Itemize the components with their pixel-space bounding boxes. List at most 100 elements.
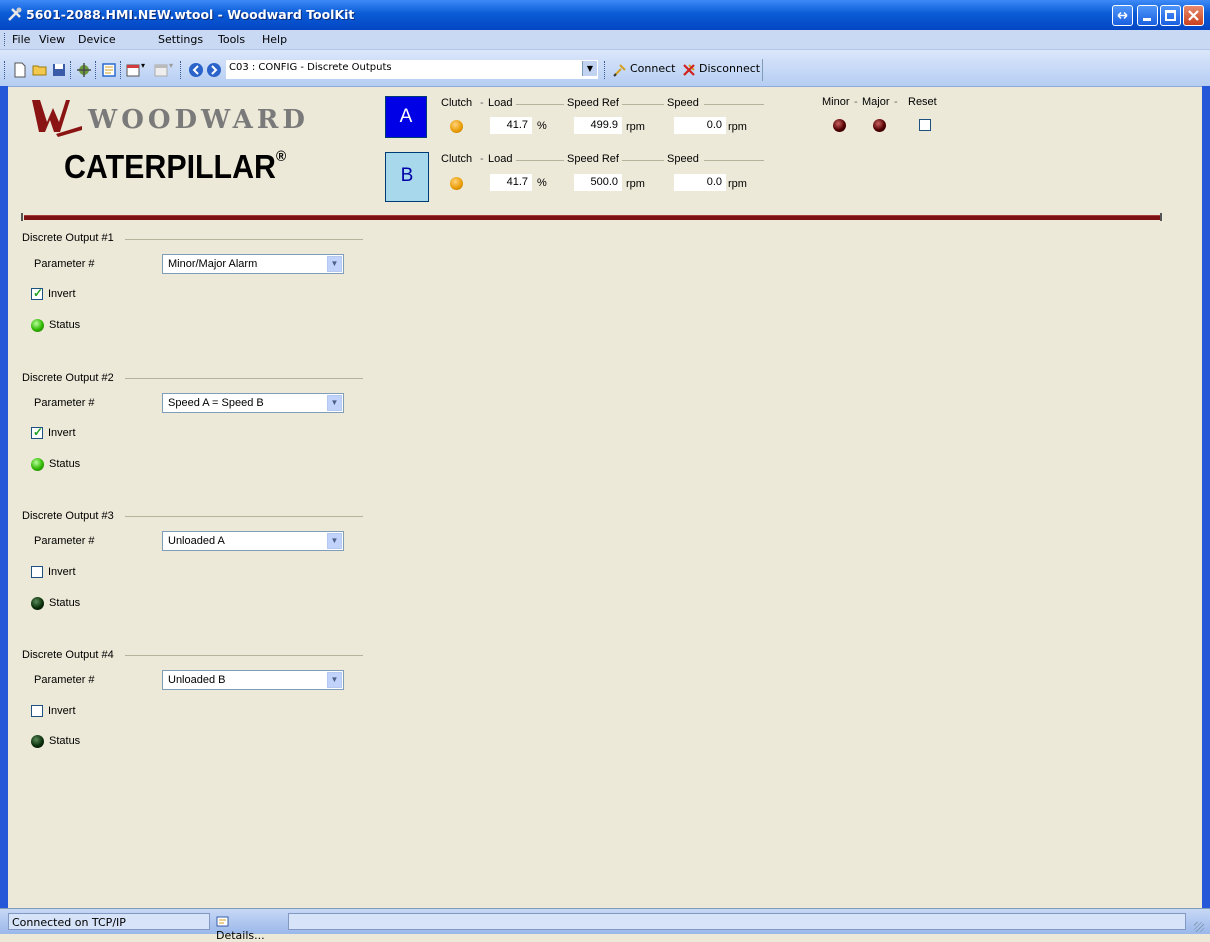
status-3-indicator bbox=[31, 597, 44, 610]
title-bar: 5601-2088.HMI.NEW.wtool - Woodward ToolK… bbox=[0, 0, 1210, 30]
minimize-button[interactable] bbox=[1137, 5, 1158, 26]
menu-settings[interactable]: Settings bbox=[158, 33, 203, 46]
header-rule bbox=[704, 160, 764, 161]
clutch-a-label: Clutch bbox=[441, 97, 473, 109]
details-button[interactable]: Details... bbox=[212, 913, 286, 942]
unit-b-button[interactable]: B bbox=[385, 152, 429, 202]
woodward-logo: WOODWARD bbox=[30, 96, 305, 141]
header-rule bbox=[516, 160, 564, 161]
menu-device[interactable]: Device bbox=[78, 33, 116, 46]
invert-4-checkbox[interactable] bbox=[31, 705, 43, 717]
disconnect-button[interactable]: Disconnect bbox=[699, 62, 760, 75]
invert-3-label: Invert bbox=[48, 566, 76, 578]
status-4-label: Status bbox=[49, 735, 81, 747]
separator-bar-cap bbox=[21, 213, 23, 221]
minimize-icon bbox=[1143, 18, 1151, 21]
menu-help[interactable]: Help bbox=[262, 33, 287, 46]
toolbar-separator bbox=[180, 61, 182, 79]
window-frame-left bbox=[0, 86, 8, 908]
parameter-1-select[interactable]: Minor/Major Alarm ▼ bbox=[162, 254, 344, 274]
invert-3-checkbox[interactable] bbox=[31, 566, 43, 578]
speed-ref-a-label: Speed Ref bbox=[567, 97, 619, 109]
separator-dash: - bbox=[894, 96, 898, 108]
status-message-panel bbox=[288, 913, 1186, 930]
close-button[interactable] bbox=[1183, 5, 1204, 26]
parameter-3-select[interactable]: Unloaded A ▼ bbox=[162, 531, 344, 551]
header-rule bbox=[622, 104, 664, 105]
clutch-a-indicator bbox=[450, 120, 463, 133]
invert-1-label: Invert bbox=[48, 288, 76, 300]
parameter-4-label: Parameter # bbox=[34, 674, 95, 686]
connect-button[interactable]: Connect bbox=[630, 62, 675, 75]
maximize-button[interactable] bbox=[1160, 5, 1181, 26]
load-a-value: 41.7 bbox=[490, 117, 532, 134]
details-icon bbox=[216, 916, 229, 927]
restore-icon[interactable] bbox=[1112, 5, 1133, 26]
status-1-indicator bbox=[31, 319, 44, 332]
separator-bar bbox=[24, 215, 1160, 220]
parameter-4-value: Unloaded B bbox=[168, 674, 226, 686]
parameter-2-value: Speed A = Speed B bbox=[168, 397, 264, 409]
toolbar-separator bbox=[604, 61, 606, 79]
woodward-wordmark: WOODWARD bbox=[88, 105, 309, 135]
load-b-label: Load bbox=[488, 153, 513, 165]
close-icon bbox=[1188, 10, 1199, 21]
reset-checkbox[interactable] bbox=[919, 119, 931, 131]
menu-file[interactable]: File bbox=[12, 33, 30, 46]
chevron-down-icon: ▾ bbox=[169, 61, 174, 70]
woodward-mark-icon bbox=[32, 100, 82, 137]
status-bar: Connected on TCP/IP Details... bbox=[0, 908, 1210, 942]
speed-ref-a-value: 499.9 bbox=[574, 117, 622, 134]
header-rule bbox=[704, 104, 764, 105]
save-icon[interactable] bbox=[51, 62, 67, 78]
chevron-down-icon[interactable]: ▼ bbox=[327, 395, 342, 411]
chevron-down-icon[interactable]: ▼ bbox=[327, 533, 342, 549]
unit-a-button[interactable]: A bbox=[385, 96, 427, 138]
settings-wizard-icon[interactable] bbox=[76, 62, 92, 78]
separator-dash: - bbox=[480, 153, 484, 165]
invert-4-label: Invert bbox=[48, 705, 76, 717]
load-b-value: 41.7 bbox=[490, 174, 532, 191]
toolkit-app-icon bbox=[8, 7, 22, 21]
parameter-4-select[interactable]: Unloaded B ▼ bbox=[162, 670, 344, 690]
load-b-unit: % bbox=[537, 177, 547, 189]
caterpillar-wordmark: CATERPILLAR bbox=[64, 148, 276, 185]
menu-grip bbox=[4, 33, 7, 46]
discrete-output-1-title: Discrete Output #1 bbox=[22, 232, 114, 244]
registered-mark: ® bbox=[275, 148, 287, 165]
screen-selector[interactable]: C03 : CONFIG - Discrete Outputs ▼ bbox=[226, 60, 598, 79]
chevron-down-icon[interactable]: ▼ bbox=[582, 61, 597, 76]
status-2-indicator bbox=[31, 458, 44, 471]
new-file-icon[interactable] bbox=[12, 62, 28, 78]
chevron-down-icon[interactable]: ▾ bbox=[141, 61, 145, 70]
invert-1-checkbox[interactable] bbox=[31, 286, 43, 300]
menu-tools[interactable]: Tools bbox=[218, 33, 245, 46]
status-4-indicator bbox=[31, 735, 44, 748]
major-alarm-label: Major bbox=[862, 96, 890, 108]
parameter-3-label: Parameter # bbox=[34, 535, 95, 547]
invert-2-checkbox[interactable] bbox=[31, 425, 43, 439]
speed-ref-a-unit: rpm bbox=[626, 121, 645, 133]
open-folder-icon[interactable] bbox=[32, 62, 48, 78]
separator-dash: - bbox=[854, 96, 858, 108]
properties-icon[interactable] bbox=[101, 62, 117, 78]
parameter-1-value: Minor/Major Alarm bbox=[168, 258, 258, 270]
calendar-icon[interactable] bbox=[126, 62, 142, 78]
chevron-down-icon[interactable]: ▼ bbox=[327, 256, 342, 272]
load-a-unit: % bbox=[537, 120, 547, 132]
back-icon[interactable] bbox=[188, 62, 204, 78]
parameter-2-select[interactable]: Speed A = Speed B ▼ bbox=[162, 393, 344, 413]
discrete-output-3-title: Discrete Output #3 bbox=[22, 510, 114, 522]
chevron-down-icon[interactable]: ▼ bbox=[327, 672, 342, 688]
menu-view[interactable]: View bbox=[39, 33, 65, 46]
separator-dash: - bbox=[480, 97, 484, 109]
maximize-icon bbox=[1165, 10, 1176, 21]
speed-a-value: 0.0 bbox=[674, 117, 726, 134]
speed-b-label: Speed bbox=[667, 153, 699, 165]
status-3-label: Status bbox=[49, 597, 81, 609]
toolbar: ▾ ▾ C03 : CONFIG - Discrete Outputs ▼ Co… bbox=[0, 50, 1210, 87]
parameter-2-label: Parameter # bbox=[34, 397, 95, 409]
disconnect-icon bbox=[683, 64, 695, 76]
forward-icon[interactable] bbox=[206, 62, 222, 78]
resize-grip-icon[interactable] bbox=[1194, 922, 1204, 932]
